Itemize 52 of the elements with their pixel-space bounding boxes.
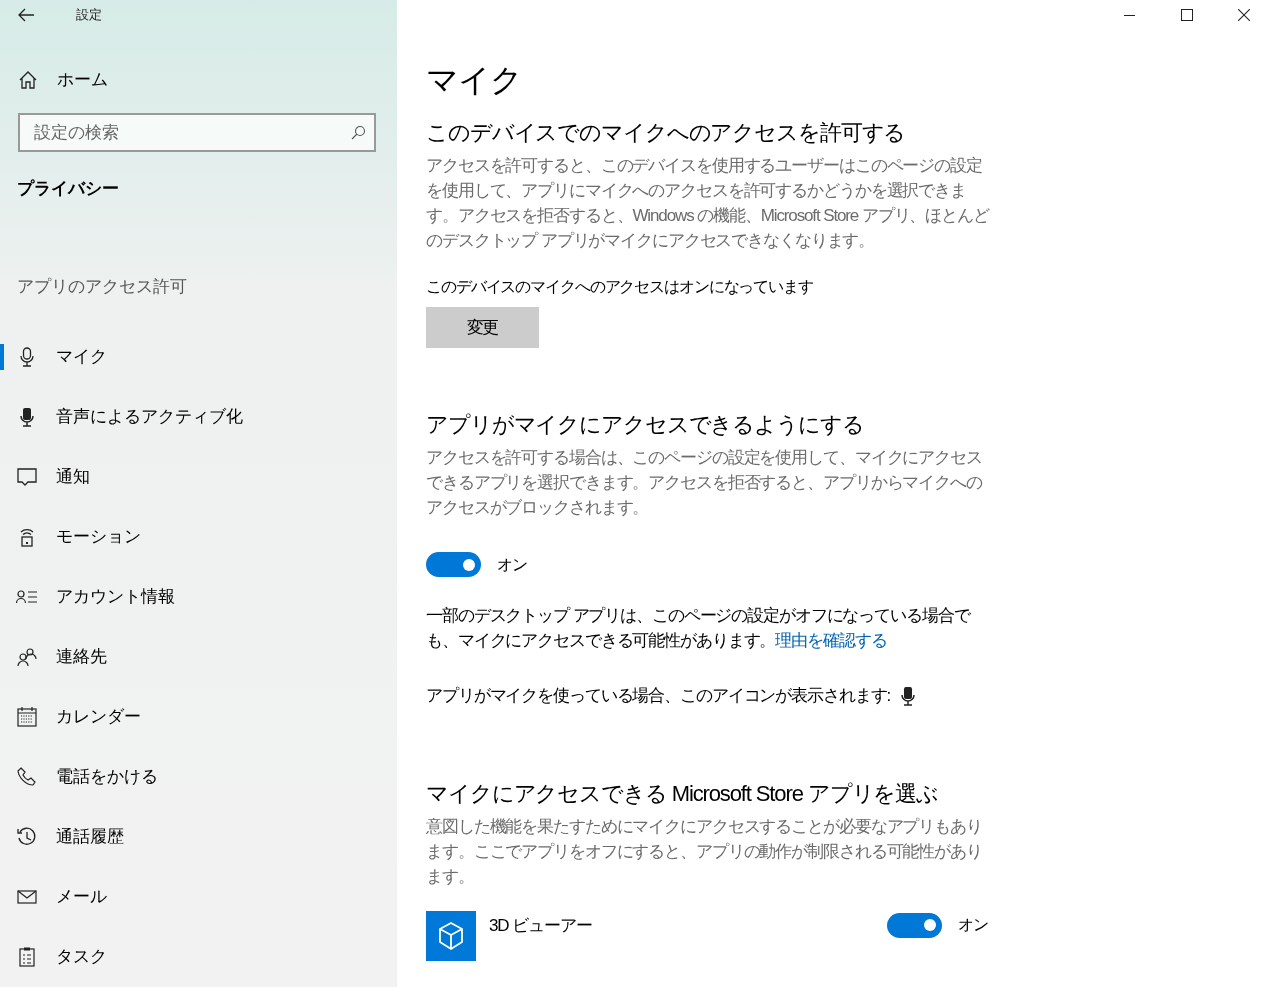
section-heading: アプリのアクセス許可 xyxy=(17,275,188,298)
nav-item[interactable]: メール xyxy=(0,867,397,927)
microphone-icon xyxy=(900,685,917,706)
nav-item[interactable]: 音声によるアクティブ化 xyxy=(0,387,397,447)
toggle-label: オン xyxy=(497,554,527,575)
calendar-icon xyxy=(17,707,37,727)
icon-note-text: アプリがマイクを使っている場合、このアイコンが表示されます: xyxy=(426,685,891,707)
section-heading: アプリがマイクにアクセスできるようにする xyxy=(426,411,865,439)
nav-item[interactable]: マイク xyxy=(0,327,397,387)
nav-item[interactable]: タスク xyxy=(0,927,397,987)
nav-item[interactable]: 連絡先 xyxy=(0,627,397,687)
maximize-icon xyxy=(1180,9,1193,21)
close-icon xyxy=(1237,9,1250,21)
nav-item[interactable]: 通知 xyxy=(0,447,397,507)
section-heading: マイクにアクセスできる Microsoft Store アプリを選ぶ xyxy=(426,779,940,808)
app-name: 3D ビューアー xyxy=(489,914,593,937)
status-text: このデバイスのマイクへのアクセスはオンになっています xyxy=(426,277,814,297)
change-button[interactable]: 変更 xyxy=(426,307,539,348)
contacts-icon xyxy=(17,647,37,667)
nav-item[interactable]: カレンダー xyxy=(0,687,397,747)
window-title: 設定 xyxy=(76,6,102,25)
nav-item[interactable]: アカウント情報 xyxy=(0,567,397,627)
history-clock-icon xyxy=(17,827,37,847)
motion-sensor-icon xyxy=(19,527,35,547)
note-text: 一部のデスクトップ アプリは、このページの設定がオフになっている場合でも、マイクにアクセスできる可能性があります。理由を確認する xyxy=(426,605,972,652)
description-text: アクセスを許可する場合は、このページの設定を使用して、マイクにアクセスできるアプリを選択できます。アクセスを拒否すると、アプリからマイクへのアクセスがブロックされます。 xyxy=(426,447,983,519)
account-list-icon xyxy=(16,589,38,605)
back-arrow-icon xyxy=(18,8,34,22)
nav-item[interactable]: 通話履歴 xyxy=(0,807,397,867)
toggle-label: オン xyxy=(958,915,988,935)
toggle-switch[interactable] xyxy=(426,552,481,577)
search-field[interactable]: 設定の検索 xyxy=(18,113,376,152)
category-heading: プライバシー xyxy=(17,178,120,200)
clipboard-icon xyxy=(19,947,35,967)
description-text: アクセスを許可すると、このデバイスを使用するユーザーはこのページの設定を使用して、アプリにマイクへのアクセスを許可するかどうかを選択できます。アクセスを拒否すると、Windows の機能、Microsoft Store アプリ、ほとんどのデスクトップ アプリがマイクにアクセスできなくなります。 xyxy=(426,155,991,252)
minimize-icon xyxy=(1124,14,1135,16)
nav-item[interactable]: モーション xyxy=(0,507,397,567)
mail-icon xyxy=(17,890,37,904)
nav-item[interactable]: 電話をかける xyxy=(0,747,397,807)
speech-bubble-icon xyxy=(17,467,37,487)
toggle-switch[interactable] xyxy=(887,912,943,938)
cube-icon xyxy=(437,920,465,951)
search-icon xyxy=(351,125,366,140)
home-icon xyxy=(19,71,37,89)
description-text: 意図した機能を果たすためにマイクにアクセスすることが必要なアプリもあります。ここでアプリをオフにすると、アプリの動作が制限される可能性があります。 xyxy=(426,815,983,888)
section-heading: このデバイスでのマイクへのアクセスを許可する xyxy=(426,119,907,147)
page-title: マイク xyxy=(426,61,523,100)
learn-why-link[interactable]: 理由を確認する xyxy=(775,631,887,650)
microphone-icon xyxy=(19,407,35,427)
microphone-icon xyxy=(19,347,35,367)
home-nav-item[interactable]: ホーム xyxy=(0,66,397,94)
phone-icon xyxy=(17,767,37,787)
